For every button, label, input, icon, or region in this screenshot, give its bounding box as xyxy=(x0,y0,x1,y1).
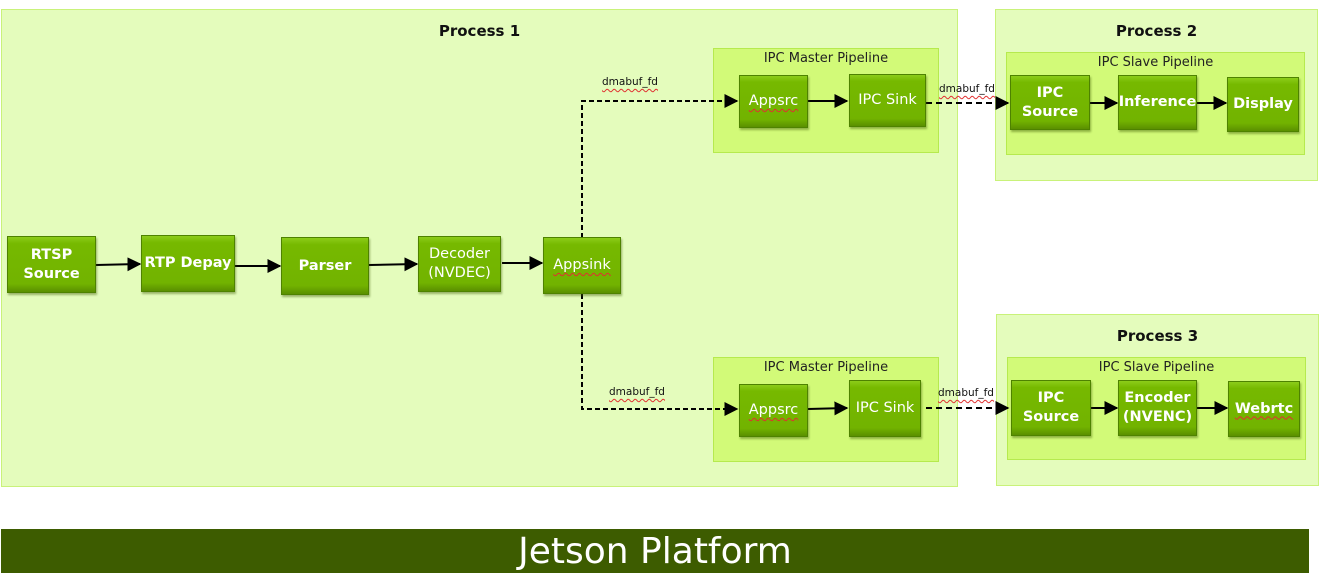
node-rtsp-source-label: RTSP Source xyxy=(23,246,80,282)
node-ipc-source-top-label: IPC Source xyxy=(1021,84,1079,120)
node-decoder-label: Decoder (NVDEC) xyxy=(428,246,491,281)
node-display-label: Display xyxy=(1233,96,1293,113)
node-rtp-depay[interactable]: RTP Depay xyxy=(141,235,235,292)
jetson-platform-label: Jetson Platform xyxy=(518,530,792,572)
node-rtp-depay-label: RTP Depay xyxy=(144,255,232,272)
node-encoder-label: Encoder (NVENC) xyxy=(1122,390,1193,425)
ipc-slave-pipeline-top-title: IPC Slave Pipeline xyxy=(1097,55,1214,70)
edge-label-dmabuf-top: dmabuf_fd xyxy=(602,76,658,88)
ipc-slave-pipeline-bottom-title: IPC Slave Pipeline xyxy=(1098,360,1215,375)
node-appsink-label: Appsink xyxy=(553,257,611,274)
node-parser[interactable]: Parser xyxy=(281,237,369,295)
node-encoder[interactable]: Encoder (NVENC) xyxy=(1118,380,1197,436)
node-appsink[interactable]: Appsink xyxy=(543,237,621,294)
jetson-platform-bar: Jetson Platform xyxy=(1,529,1309,573)
node-appsrc-bottom[interactable]: Appsrc xyxy=(739,384,808,437)
node-ipc-source-bottom-label: IPC Source xyxy=(1022,390,1080,425)
node-appsrc-top[interactable]: Appsrc xyxy=(739,75,808,128)
node-inference-label: Inference xyxy=(1118,94,1197,111)
node-ipc-sink-bottom[interactable]: IPC Sink xyxy=(849,380,921,437)
process-2-title: Process 2 xyxy=(1115,22,1198,40)
ipc-master-pipeline-bottom-title: IPC Master Pipeline xyxy=(763,360,889,375)
edge-label-dmabuf-bottom: dmabuf_fd xyxy=(609,386,665,398)
edge-label-dmabuf-process2: dmabuf_fd xyxy=(939,83,995,95)
node-ipc-sink-bottom-label: IPC Sink xyxy=(855,400,915,417)
node-webrtc-label: Webrtc xyxy=(1234,400,1294,417)
node-ipc-sink-top[interactable]: IPC Sink xyxy=(849,74,926,127)
edge-label-dmabuf-process3: dmabuf_fd xyxy=(938,387,994,399)
node-parser-label: Parser xyxy=(298,257,352,274)
node-inference[interactable]: Inference xyxy=(1118,75,1197,130)
node-ipc-source-top[interactable]: IPC Source xyxy=(1010,75,1090,130)
node-ipc-sink-top-label: IPC Sink xyxy=(858,92,917,109)
node-webrtc[interactable]: Webrtc xyxy=(1228,381,1300,437)
node-ipc-source-bottom[interactable]: IPC Source xyxy=(1011,380,1091,436)
process-1-title: Process 1 xyxy=(438,22,521,40)
node-appsrc-top-label: Appsrc xyxy=(748,93,799,110)
node-rtsp-source[interactable]: RTSP Source xyxy=(7,236,96,293)
process-3-title: Process 3 xyxy=(1116,327,1199,345)
ipc-master-pipeline-top-title: IPC Master Pipeline xyxy=(763,51,889,66)
node-decoder[interactable]: Decoder (NVDEC) xyxy=(418,236,501,292)
node-display[interactable]: Display xyxy=(1227,77,1299,132)
node-appsrc-bottom-label: Appsrc xyxy=(748,402,799,419)
